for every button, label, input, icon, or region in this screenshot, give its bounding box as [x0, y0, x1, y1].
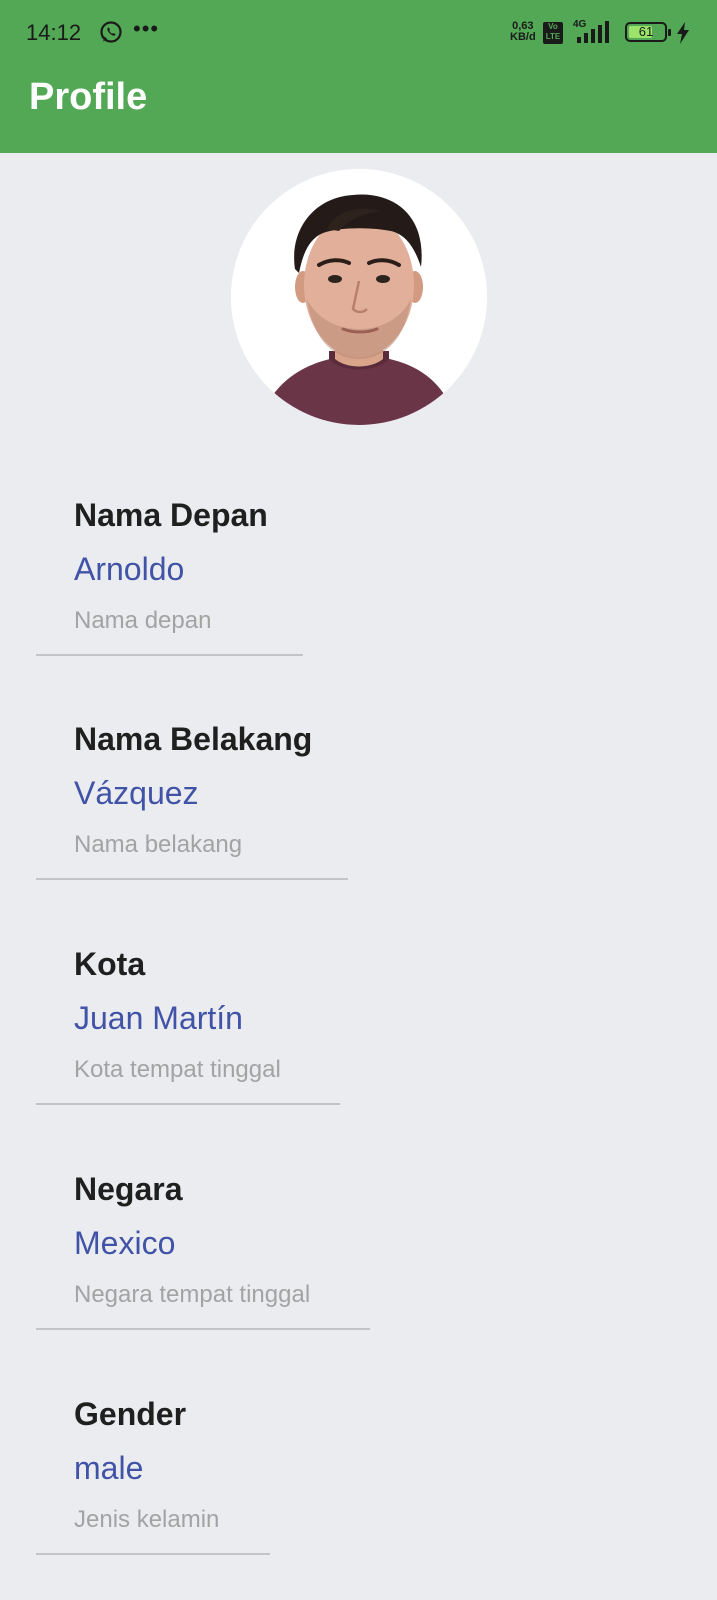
field-hint: Nama belakang [74, 831, 243, 858]
volte-bottom: LTE [545, 32, 561, 41]
field-underline [36, 1328, 370, 1330]
field-label: Nama Depan [74, 497, 268, 533]
battery-icon: 61 [625, 22, 671, 42]
field-label: Negara [74, 1171, 183, 1207]
volte-top: Vo [548, 22, 558, 31]
net-speed-unit: KB/d [510, 31, 536, 43]
signal-icon: 4G [573, 19, 609, 43]
more-dots-icon: ••• [133, 16, 160, 41]
volte-icon: Vo LTE [543, 22, 563, 44]
field-label: Gender [74, 1396, 187, 1432]
field-hint: Nama depan [74, 607, 212, 634]
network-type: 4G [573, 19, 587, 30]
avatar [231, 169, 487, 425]
field-underline [36, 654, 303, 656]
charging-bolt-icon [677, 22, 689, 44]
page-title: Profile [29, 76, 148, 118]
field-hint: Negara tempat tinggal [74, 1281, 311, 1308]
field-value[interactable]: Juan Martín [74, 1000, 243, 1037]
field-hint: Kota tempat tinggal [74, 1056, 281, 1083]
status-time: 14:12 [26, 20, 82, 45]
field-hint: Jenis kelamin [74, 1506, 220, 1533]
status-bar: 14:12 ••• 0,63 KB/d Vo LTE 4G 61 [0, 0, 717, 66]
app-bar: 14:12 ••• 0,63 KB/d Vo LTE 4G 61 Profile [0, 0, 717, 153]
field-value[interactable]: Vázquez [74, 775, 199, 812]
field-value[interactable]: male [74, 1450, 143, 1487]
field-label: Kota [74, 946, 146, 982]
field-underline [36, 1553, 270, 1555]
whatsapp-icon [100, 21, 122, 43]
field-underline [36, 1103, 340, 1105]
net-speed: 0,63 KB/d [510, 21, 536, 43]
field-label: Nama Belakang [74, 721, 313, 757]
battery-level: 61 [638, 24, 654, 39]
field-value[interactable]: Mexico [74, 1225, 175, 1262]
field-underline [36, 878, 348, 880]
avatar-image [231, 169, 487, 425]
field-value[interactable]: Arnoldo [74, 551, 184, 588]
